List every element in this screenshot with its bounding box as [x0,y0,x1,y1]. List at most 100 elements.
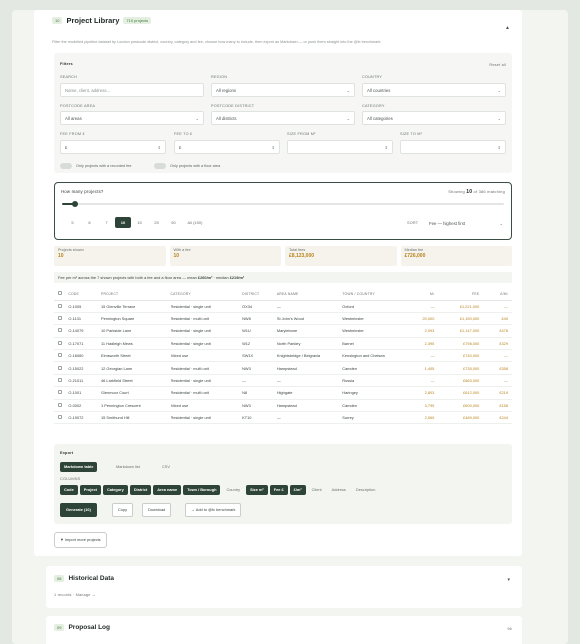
cell-fee: £1,221,000 [438,300,484,313]
header-fee[interactable]: FEE [438,288,484,301]
header-town-country[interactable]: TOWN / COUNTRY [342,288,410,301]
postcode-area-select[interactable]: All areas ⌄ [60,111,204,125]
country-select[interactable]: All countries ⌄ [362,83,506,97]
download-button[interactable]: Download [142,503,172,517]
cell-area-name: North Parkley [276,337,343,351]
table-row[interactable]: O-16060 Elmsworth Street Mixed use SW1X Knig… [54,349,512,363]
column-toggle[interactable]: Project [79,485,101,495]
header-category[interactable]: CATEGORY [170,288,243,301]
section-number-badge: 10 [52,17,63,24]
cell-project: Elmsworth Street [101,349,171,363]
historical-records-link[interactable]: 1 records · Manage → [54,593,96,597]
count-step-option[interactable]: 8 [81,217,98,228]
table-row[interactable]: O-21011 46 Larkfield Street Residential · … [54,374,512,388]
column-toggle[interactable]: Client [308,485,326,495]
row-checkbox[interactable] [54,349,69,363]
count-step-option[interactable]: 50 [165,217,182,228]
size-to-input[interactable]: ⇕ [400,140,506,154]
sort-select[interactable]: Fee — highest first ⌄ [425,216,507,230]
table-row[interactable]: O-0002 1 Pennington Crescent Mixed use NW3 H… [54,399,512,413]
cell-district: NW8 [242,312,277,326]
postcode-district-label: POSTCODE DISTRICT [211,104,255,108]
row-checkbox[interactable] [54,312,69,326]
region-select[interactable]: All regions ⌄ [211,83,355,97]
header-fee-per-m2[interactable]: £/M² [483,288,512,301]
sort-label: SORT [407,221,419,225]
postcode-district-select[interactable]: All districts ⌄ [211,111,355,125]
column-toggle[interactable]: Description [352,485,379,495]
column-toggle[interactable]: District [129,485,152,495]
row-checkbox[interactable] [54,361,69,375]
table-row[interactable]: O-15022 12 Georgian Lane Residential · mul… [54,361,512,375]
count-step-option[interactable]: 15 [131,217,148,228]
count-step-option[interactable]: 5 [64,217,81,228]
header-m2[interactable]: M² [409,288,439,301]
section-number-badge: 08 [54,575,65,582]
how-many-title: How many projects? [61,189,104,194]
stat-with-fee: With a fee 10 [169,246,281,266]
fee-to-input[interactable]: £ ⇕ [174,140,280,154]
table-row[interactable]: O-1131 Pennington Square Residential · mul… [54,312,512,326]
collapse-chevron-icon[interactable]: ▲ [505,25,510,31]
format-markdown-table[interactable]: Markdown table [60,462,98,472]
row-checkbox[interactable] [54,374,69,388]
proposal-log-header[interactable]: 09 Proposal Log [54,624,110,631]
column-toggle[interactable]: Fee £ [269,485,288,495]
stat-projects-shown: Projects shown 10 [54,246,166,266]
column-toggle[interactable]: Address [328,485,350,495]
table-row[interactable]: O-1005 15 Glenville Terrace Residential · … [54,300,512,313]
row-checkbox[interactable] [54,337,69,351]
count-step-option[interactable]: All (150) [182,217,208,228]
expand-chevron-icon[interactable]: ▾ [507,577,510,583]
stepper-icon: ⇕ [384,144,388,150]
import-more-button[interactable]: ▼ Import more projects [54,532,107,548]
generate-button[interactable]: Generate (10) [60,503,97,517]
stat-total-fees: Total fees £8,123,000 [285,246,397,266]
slider-handle[interactable] [72,201,79,207]
count-step-option[interactable]: 25 [148,217,165,228]
table-row[interactable]: O-19072 15 Smithund Hill Residential · sin… [54,411,512,425]
size-from-input[interactable]: ⇕ [287,140,393,154]
column-toggle[interactable]: Size m² [246,485,268,495]
proposal-log-title: Proposal Log [68,624,110,631]
add-to-benchmark-button[interactable]: → Add to @fc benchmark [185,503,242,517]
row-checkbox[interactable] [54,300,69,313]
category-select[interactable]: All categories ⌄ [362,111,506,125]
copy-button[interactable]: Copy [112,503,134,517]
area-only-toggle[interactable] [154,163,166,169]
cell-code: O-15022 [68,361,102,375]
search-input[interactable]: Name, client, address... [60,83,204,97]
header-project[interactable]: PROJECT [101,288,171,301]
count-step-option[interactable]: 7 [98,217,115,228]
reset-all-link[interactable]: Reset all [489,63,506,67]
column-toggle[interactable]: Town / Borough [183,485,221,495]
row-checkbox[interactable] [54,386,69,400]
format-markdown-list[interactable]: Markdown list [112,462,144,472]
table-row[interactable]: O-1001 Glenmoor Court Residential · multi … [54,386,512,400]
historical-data-header[interactable]: 08 Historical Data [54,575,114,582]
area-only-label: Only projects with a floor area [170,164,221,168]
cell-district: KT10 [242,411,277,425]
count-slider[interactable] [62,201,504,207]
fee-from-input[interactable]: £ ⇕ [60,140,166,154]
cell-area-name: — [276,374,343,388]
header-district[interactable]: DISTRICT [242,288,277,301]
column-toggle[interactable]: Country [222,485,244,495]
select-all-checkbox[interactable] [54,288,69,301]
column-toggle[interactable]: Area name [153,485,182,495]
table-row[interactable]: O-17071 11 Hadleigh Mews Residential · sin… [54,337,512,351]
column-toggle[interactable]: Code [60,485,78,495]
table-row[interactable]: O-14079 10 Parkside Lane Residential · sin… [54,324,512,338]
count-step-option[interactable]: 10 [115,217,131,228]
cell-fee: £612,000 [438,386,484,400]
header-code[interactable]: CODE [68,288,102,301]
format-csv[interactable]: CSV [158,462,174,472]
row-checkbox[interactable] [54,324,69,338]
cell-fee-per-m2: £219 [483,386,512,400]
header-area-name[interactable]: AREA NAME [276,288,343,301]
fee-only-toggle[interactable] [60,163,72,169]
row-checkbox[interactable] [54,411,69,425]
row-checkbox[interactable] [54,399,69,413]
column-toggle[interactable]: Category [102,485,128,495]
column-toggle[interactable]: £/m² [289,485,306,495]
